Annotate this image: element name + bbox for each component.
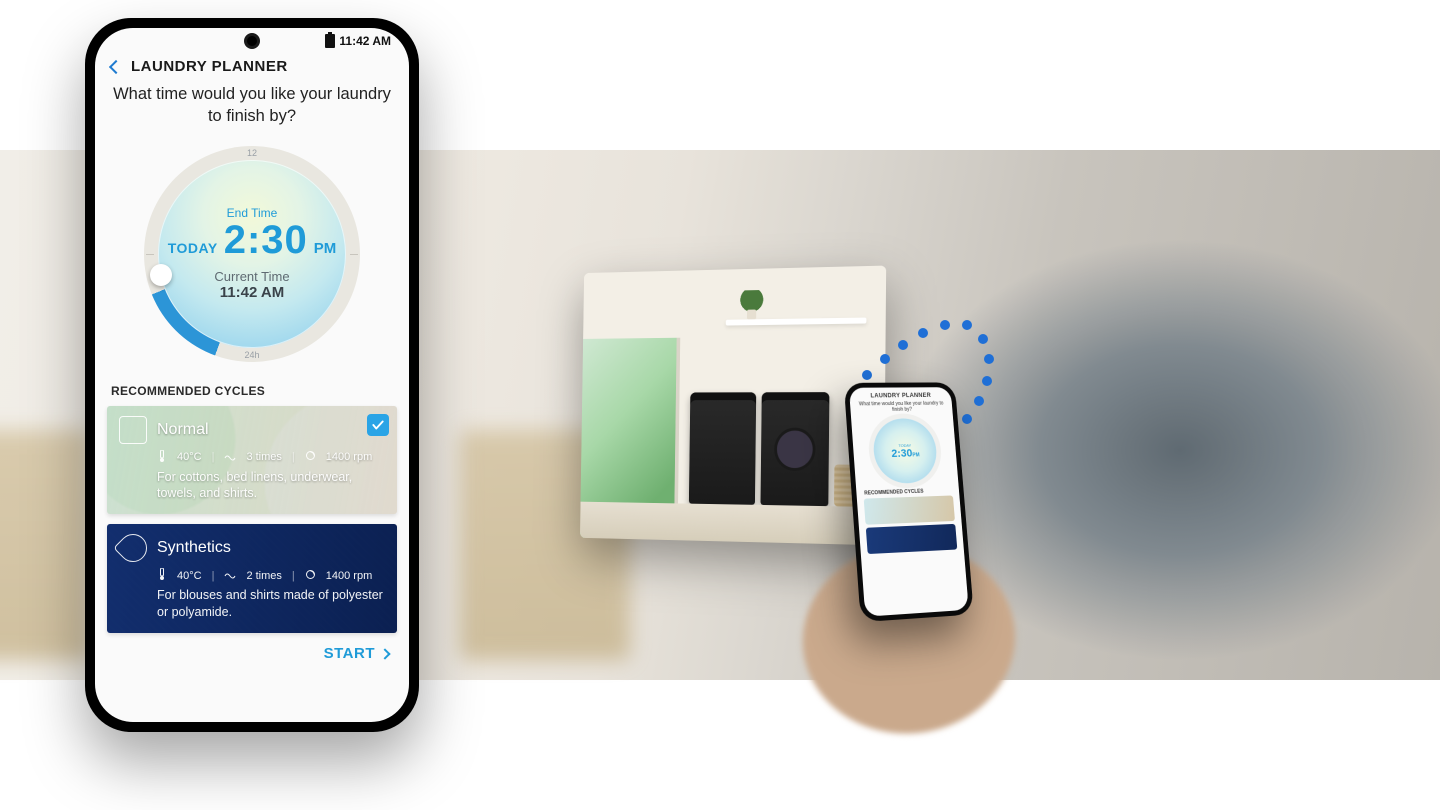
time-dial[interactable]: 12 24h End Time TODAY 2:30 PM Current Ti…	[144, 146, 360, 362]
cycle-description: For blouses and shirts made of polyester…	[157, 587, 385, 621]
cycle-card-normal[interactable]: Normal 40°C | 3 times | 1400 rpm For cot…	[107, 406, 397, 515]
thermometer-icon	[157, 450, 167, 465]
washer-appliance	[689, 392, 756, 505]
rinse-icon	[224, 451, 236, 464]
mini-cycle-card	[864, 495, 955, 524]
spin-icon	[305, 450, 316, 464]
dial-tick-24: 24h	[244, 350, 259, 360]
rinse-icon	[224, 569, 236, 582]
laundry-room-photo	[580, 266, 886, 546]
mini-cycle-card	[866, 524, 957, 554]
spin-icon	[305, 569, 316, 583]
cycle-name: Synthetics	[157, 539, 231, 557]
mini-rec-title: RECOMMENDED CYCLES	[864, 489, 924, 497]
bg-stool	[0, 430, 90, 660]
dial-tick	[350, 254, 358, 255]
start-label: START	[324, 645, 375, 662]
mini-question: What time would you like your laundry to…	[850, 399, 953, 416]
shirt-icon	[119, 416, 147, 444]
dryer-appliance	[760, 392, 829, 506]
recommended-cycles-title: RECOMMENDED CYCLES	[95, 370, 409, 406]
dial-face: End Time TODAY 2:30 PM Current Time 11:4…	[158, 160, 346, 348]
back-icon[interactable]	[109, 59, 123, 73]
chevron-right-icon	[379, 648, 390, 659]
prompt-text: What time would you like your laundry to…	[95, 83, 409, 128]
current-time-value: 11:42 AM	[220, 284, 284, 301]
dial-knob[interactable]	[150, 264, 172, 286]
status-bar: 11:42 AM	[95, 28, 409, 54]
cycle-name: Normal	[157, 421, 209, 439]
phone-screen: 11:42 AM LAUNDRY PLANNER What time would…	[95, 28, 409, 722]
status-time: 11:42 AM	[339, 34, 391, 48]
dial-tick-12: 12	[247, 148, 257, 158]
dial-tick	[146, 254, 154, 255]
cycle-card-synthetics[interactable]: Synthetics 40°C | 2 times | 1400 rpm For…	[107, 524, 397, 633]
cycle-description: For cottons, bed linens, underwear, towe…	[157, 469, 385, 503]
start-button[interactable]: START	[95, 643, 409, 676]
plant-icon	[740, 290, 764, 318]
selected-check-icon[interactable]	[367, 414, 389, 436]
thermometer-icon	[157, 568, 167, 583]
end-time-today: TODAY	[168, 240, 218, 256]
end-time-value: 2:30	[224, 218, 308, 263]
mini-dial: TODAY 2:30PM	[871, 418, 938, 484]
cycle-meta: 40°C | 3 times | 1400 rpm	[157, 450, 385, 465]
end-time-period: PM	[314, 240, 337, 257]
page-title: LAUNDRY PLANNER	[131, 58, 288, 75]
battery-icon	[325, 34, 335, 48]
cycle-meta: 40°C | 2 times | 1400 rpm	[157, 568, 385, 583]
primary-phone-frame: 11:42 AM LAUNDRY PLANNER What time would…	[85, 18, 419, 732]
current-time-label: Current Time	[214, 269, 289, 284]
synthetics-icon	[113, 528, 153, 568]
secondary-phone: LAUNDRY PLANNER What time would you like…	[844, 382, 974, 622]
